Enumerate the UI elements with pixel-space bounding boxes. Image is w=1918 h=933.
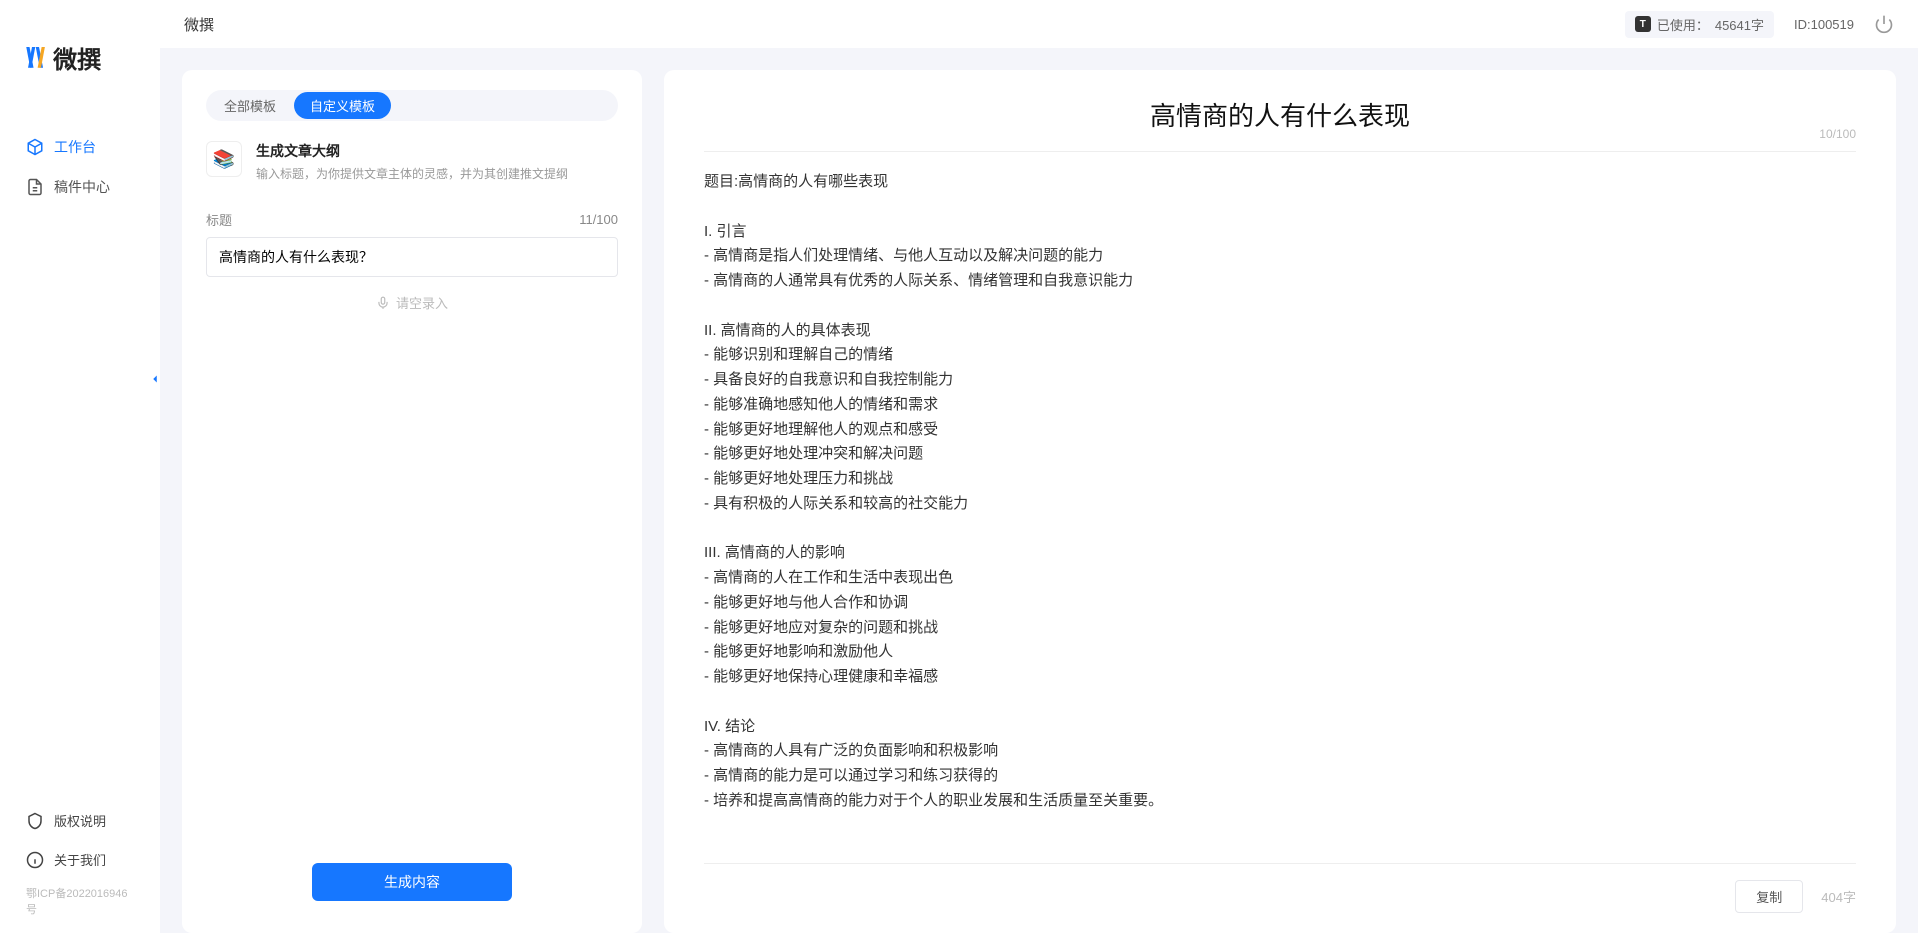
template-icon: 📚 [206,141,242,177]
sidebar-footer: 版权说明 关于我们 鄂ICP备2022016946号 [0,801,160,933]
template-tabs: 全部模板 自定义模板 [206,90,618,121]
usage-chip[interactable]: T 已使用： 45641字 [1625,11,1774,38]
doc-title-count: 10/100 [1819,127,1856,141]
usage-value: 45641字 [1715,15,1764,34]
panel-template: 全部模板 自定义模板 📚 生成文章大纲 输入标题，为你提供文章主体的灵感，并为其… [182,70,642,933]
template-card: 📚 生成文章大纲 输入标题，为你提供文章主体的灵感，并为其创建推文提纲 [206,141,618,182]
panel-output: 高情商的人有什么表现 10/100 题目:高情商的人有哪些表现 I. 引言 - … [664,70,1896,933]
doc-footer: 复制 404字 [704,864,1856,913]
template-info: 生成文章大纲 输入标题，为你提供文章主体的灵感，并为其创建推文提纲 [256,141,568,182]
field-char-count: 11/100 [579,212,618,227]
cube-icon [26,138,44,156]
sidebar-item-drafts[interactable]: 稿件中心 [0,167,160,207]
text-icon: T [1635,16,1651,32]
tab-custom-templates[interactable]: 自定义模板 [294,92,391,119]
chevron-left-icon [148,370,162,388]
field-label: 标题 [206,210,232,229]
template-name: 生成文章大纲 [256,141,568,161]
usage-label: 已使用： [1657,15,1709,34]
brand-logo: \/\/ 微撰 [0,0,160,107]
sidebar-item-label: 版权说明 [54,811,106,830]
info-icon [26,851,44,869]
power-icon[interactable] [1874,14,1894,34]
word-count: 404字 [1821,887,1856,906]
microphone-icon [376,296,390,310]
doc-title: 高情商的人有什么表现 [704,96,1856,133]
logo-icon: \/\/ [26,42,45,74]
brand-name: 微撰 [53,40,101,75]
sidebar-item-label: 关于我们 [54,850,106,869]
workarea: 全部模板 自定义模板 📚 生成文章大纲 输入标题，为你提供文章主体的灵感，并为其… [160,48,1918,933]
tab-all-templates[interactable]: 全部模板 [208,92,292,119]
template-desc: 输入标题，为你提供文章主体的灵感，并为其创建推文提纲 [256,165,568,182]
sidebar-item-about[interactable]: 关于我们 [0,840,160,879]
topbar-right: T 已使用： 45641字 ID:100519 [1625,11,1894,38]
topbar: 微撰 T 已使用： 45641字 ID:100519 [160,0,1918,48]
title-input[interactable] [206,237,618,277]
sidebar-collapse-button[interactable] [148,370,162,391]
voice-input-button[interactable]: 请空录入 [206,293,618,312]
user-id-label: ID:100519 [1794,17,1854,32]
doc-body[interactable]: 题目:高情商的人有哪些表现 I. 引言 - 高情商是指人们处理情绪、与他人互动以… [704,152,1856,864]
main: 微撰 T 已使用： 45641字 ID:100519 全部模板 自定义模板 � [160,0,1918,933]
copy-button[interactable]: 复制 [1735,880,1803,913]
sidebar-item-label: 工作台 [54,137,96,157]
shield-icon [26,812,44,830]
sidebar-item-label: 稿件中心 [54,177,110,197]
sidebar: \/\/ 微撰 工作台 稿件中心 版权说明 关于我们 [0,0,160,933]
icp-text: 鄂ICP备2022016946号 [0,879,160,917]
page-title: 微撰 [184,14,214,35]
doc-title-row: 高情商的人有什么表现 10/100 [704,96,1856,152]
sidebar-item-workspace[interactable]: 工作台 [0,127,160,167]
generate-button[interactable]: 生成内容 [312,863,512,901]
books-icon: 📚 [213,149,235,170]
sidebar-item-copyright[interactable]: 版权说明 [0,801,160,840]
voice-label: 请空录入 [396,293,448,312]
title-field-block: 标题 11/100 [206,210,618,277]
sidebar-nav: 工作台 稿件中心 [0,107,160,801]
document-icon [26,178,44,196]
